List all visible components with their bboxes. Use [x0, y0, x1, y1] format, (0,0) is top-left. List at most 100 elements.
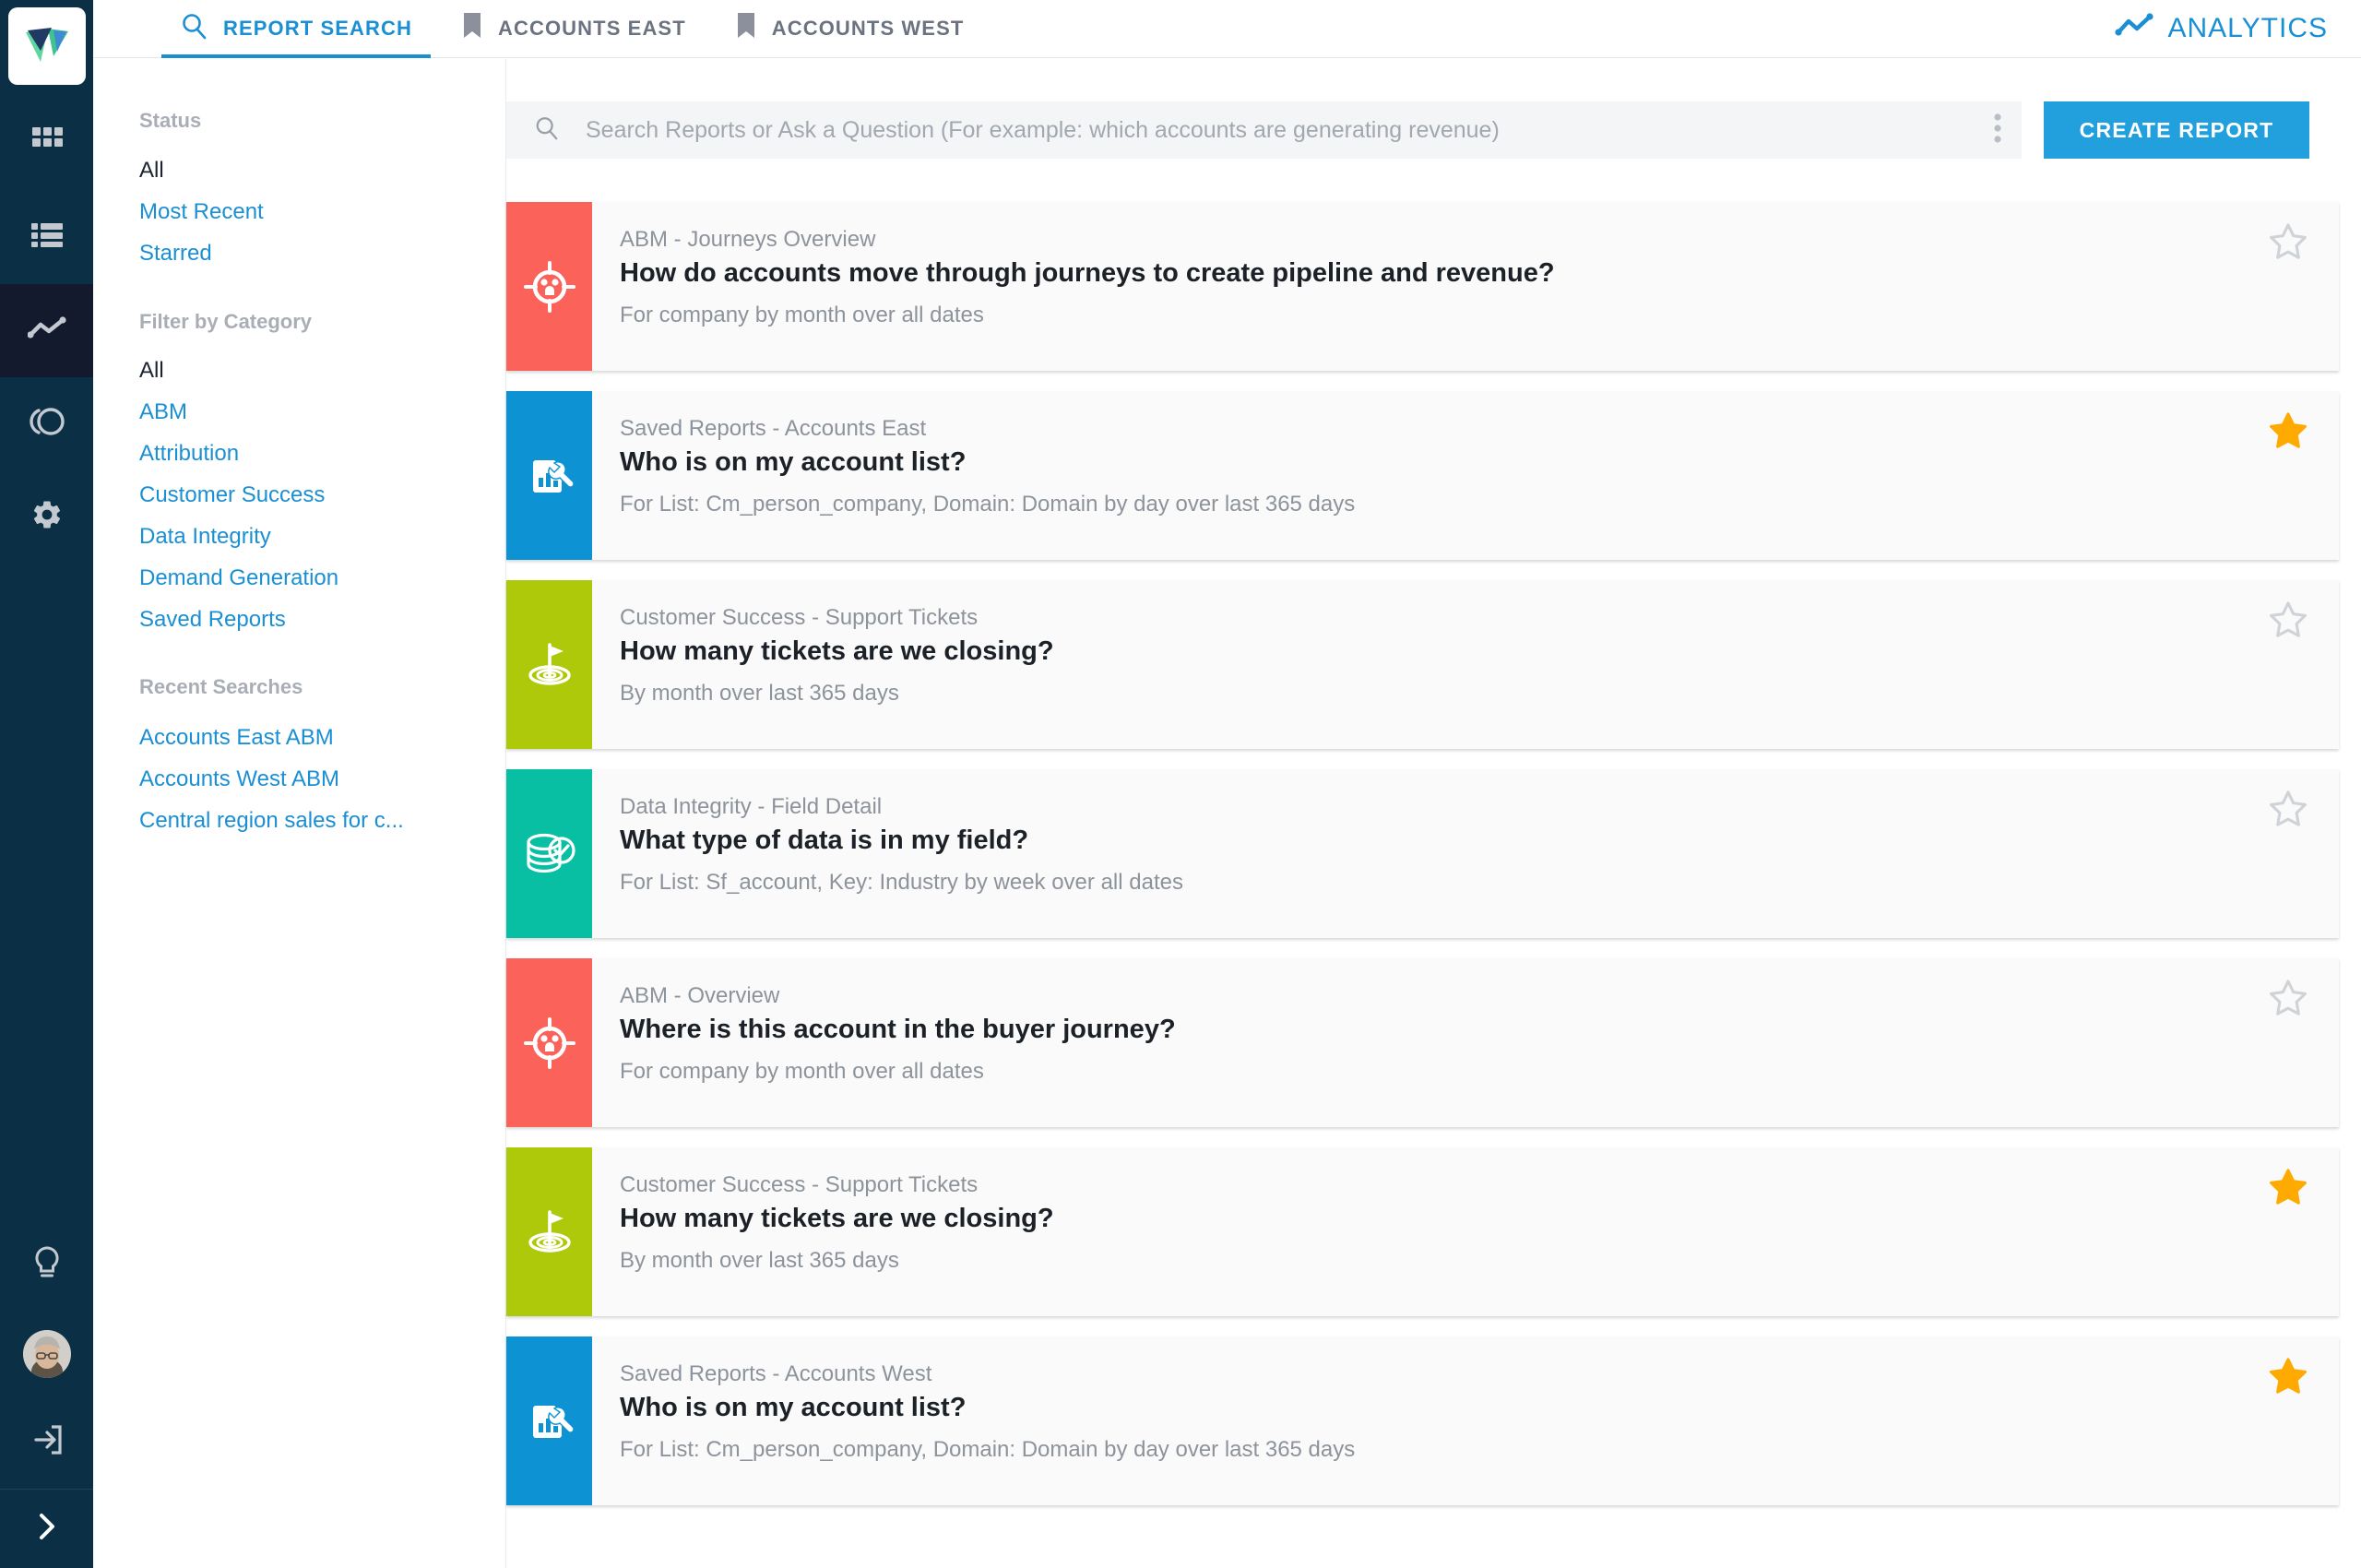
filter-category-saved-reports[interactable]: Saved Reports	[93, 606, 505, 633]
filter-status-all[interactable]: All	[93, 157, 505, 184]
filter-category-abm[interactable]: ABM	[93, 398, 505, 425]
category-heading: Filter by Category	[139, 310, 313, 333]
rail-expand-button[interactable]	[0, 1489, 93, 1568]
report-card-body: Saved Reports - Accounts East Who is on …	[592, 391, 2237, 560]
report-meta: For List: Cm_person_company, Domain: Dom…	[620, 1437, 1356, 1462]
avatar[interactable]	[0, 1313, 93, 1396]
report-card-body: Data Integrity - Field Detail What type …	[592, 769, 2237, 938]
report-category-label: Data Integrity - Field Detail	[620, 794, 883, 819]
user-avatar	[22, 1330, 71, 1378]
recent-search-2[interactable]: Central region sales for c...	[93, 807, 505, 834]
filter-status-starred[interactable]: Starred	[93, 240, 505, 267]
flag-target-icon	[506, 1147, 592, 1316]
report-category-label: Saved Reports - Accounts West	[620, 1361, 932, 1386]
recent-search-0[interactable]: Accounts East ABM	[93, 724, 505, 751]
star-filled-icon[interactable]	[2237, 1147, 2339, 1316]
app-logo[interactable]	[7, 7, 86, 85]
report-category-label: Customer Success - Support Tickets	[620, 605, 979, 630]
tab-label: ACCOUNTS WEST	[771, 17, 965, 40]
tab-accounts-west[interactable]: ACCOUNTS WEST	[732, 0, 968, 58]
report-card-5[interactable]: Customer Success - Support Tickets How m…	[506, 1147, 2339, 1316]
gear-icon	[30, 498, 64, 536]
main-content: Search Reports or Ask a Question (For ex…	[506, 59, 2361, 1568]
lightbulb-icon	[31, 1245, 63, 1287]
search-icon	[534, 115, 560, 146]
report-card-body: ABM - Overview Where is this account in …	[592, 958, 2237, 1127]
report-category-label: Customer Success - Support Tickets	[620, 1172, 979, 1197]
star-outline-icon[interactable]	[2237, 580, 2339, 749]
report-category-label: ABM - Overview	[620, 983, 780, 1008]
sidebar-item-segments[interactable]	[0, 377, 93, 470]
bookmark-icon	[462, 12, 482, 45]
more-vertical-icon[interactable]	[1994, 113, 2001, 148]
analytics-brand: ANALYTICS	[2114, 13, 2329, 44]
report-card-1[interactable]: Saved Reports - Accounts East Who is on …	[506, 391, 2339, 560]
logout-icon	[30, 1422, 65, 1462]
filter-category-data-integrity[interactable]: Data Integrity	[93, 523, 505, 550]
bookmark-icon	[736, 12, 756, 45]
report-meta: For company by month over all dates	[620, 303, 984, 327]
tab-label: ACCOUNTS EAST	[498, 17, 686, 40]
filter-category-attribution[interactable]: Attribution	[93, 440, 505, 467]
sidebar-item-logout[interactable]	[0, 1396, 93, 1489]
report-card-body: Customer Success - Support Tickets How m…	[592, 1147, 2237, 1316]
filter-category-all[interactable]: All	[93, 357, 505, 384]
status-heading: Status	[139, 109, 202, 132]
filter-sidebar: Status All Most Recent Starred Filter by…	[93, 59, 506, 1568]
create-report-button[interactable]: CREATE REPORT	[2044, 101, 2309, 159]
report-title: How many tickets are we closing?	[620, 636, 1054, 666]
tab-label: REPORT SEARCH	[223, 17, 412, 40]
star-outline-icon[interactable]	[2237, 769, 2339, 938]
search-icon	[180, 12, 208, 45]
filter-status-most-recent[interactable]: Most Recent	[93, 198, 505, 225]
report-title: How many tickets are we closing?	[620, 1204, 1054, 1233]
target-people-icon	[506, 202, 592, 371]
report-card-body: ABM - Journeys Overview How do accounts …	[592, 202, 2237, 371]
report-meta: For List: Cm_person_company, Domain: Dom…	[620, 492, 1356, 517]
report-wrench-icon	[506, 391, 592, 560]
star-filled-icon[interactable]	[2237, 1336, 2339, 1505]
report-card-4[interactable]: ABM - Overview Where is this account in …	[506, 958, 2339, 1127]
tab-report-search[interactable]: REPORT SEARCH	[161, 0, 431, 58]
report-card-2[interactable]: Customer Success - Support Tickets How m…	[506, 580, 2339, 749]
brand-label: ANALYTICS	[2167, 13, 2328, 43]
report-title: How do accounts move through journeys to…	[620, 258, 1555, 288]
sidebar-item-lists[interactable]	[0, 191, 93, 284]
report-category-label: Saved Reports - Accounts East	[620, 416, 927, 441]
sidebar-item-ideas[interactable]	[0, 1219, 93, 1313]
star-outline-icon[interactable]	[2237, 958, 2339, 1127]
report-meta: By month over last 365 days	[620, 1248, 899, 1273]
report-category-label: ABM - Journeys Overview	[620, 227, 876, 252]
report-title: Who is on my account list?	[620, 447, 967, 477]
list-icon	[30, 221, 64, 254]
star-outline-icon[interactable]	[2237, 202, 2339, 371]
report-title: Who is on my account list?	[620, 1393, 967, 1422]
target-people-icon	[506, 958, 592, 1127]
filter-category-demand-generation[interactable]: Demand Generation	[93, 564, 505, 591]
filter-category-customer-success[interactable]: Customer Success	[93, 481, 505, 508]
recent-search-1[interactable]: Accounts West ABM	[93, 766, 505, 792]
report-card-3[interactable]: Data Integrity - Field Detail What type …	[506, 769, 2339, 938]
sidebar-item-dashboard[interactable]	[0, 98, 93, 191]
report-card-6[interactable]: Saved Reports - Accounts West Who is on …	[506, 1336, 2339, 1505]
star-filled-icon[interactable]	[2237, 391, 2339, 560]
segments-icon	[28, 406, 66, 442]
report-meta: For List: Sf_account, Key: Industry by w…	[620, 870, 1183, 895]
report-title: Where is this account in the buyer journ…	[620, 1015, 1176, 1044]
search-placeholder-text: Search Reports or Ask a Question (For ex…	[586, 116, 1500, 143]
report-card-0[interactable]: ABM - Journeys Overview How do accounts …	[506, 202, 2339, 371]
recent-searches-heading: Recent Searches	[139, 675, 303, 698]
report-title: What type of data is in my field?	[620, 826, 1029, 855]
search-input[interactable]: Search Reports or Ask a Question (For ex…	[506, 101, 2022, 159]
flag-target-icon	[506, 580, 592, 749]
tab-accounts-east[interactable]: ACCOUNTS EAST	[458, 0, 690, 58]
report-meta: By month over last 365 days	[620, 681, 899, 706]
database-check-icon	[506, 769, 592, 938]
report-results-list: ABM - Journeys Overview How do accounts …	[506, 202, 2339, 1526]
chevron-right-icon	[35, 1508, 59, 1550]
report-card-body: Customer Success - Support Tickets How m…	[592, 580, 2237, 749]
search-row: Search Reports or Ask a Question (For ex…	[506, 89, 2361, 172]
left-nav-rail	[0, 0, 93, 1568]
sidebar-item-settings[interactable]	[0, 470, 93, 564]
sidebar-item-analytics[interactable]	[0, 284, 93, 377]
